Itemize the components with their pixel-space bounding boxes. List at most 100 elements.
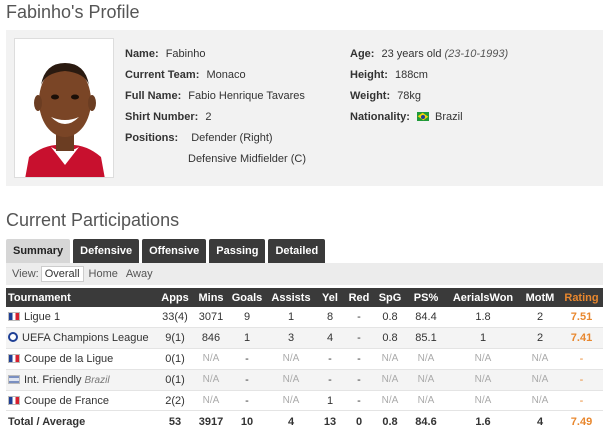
- assists-cell: 1: [266, 307, 316, 329]
- fullname-field: Full Name: Fabio Henrique Tavares: [125, 90, 305, 102]
- mins-cell: N/A: [194, 390, 228, 412]
- height-field: Height: 188cm: [350, 69, 428, 81]
- table-header-row: Tournament Apps Mins Goals Assists Yel R…: [6, 288, 603, 307]
- motm-cell: N/A: [520, 369, 560, 391]
- tab-detailed[interactable]: Detailed: [268, 239, 326, 263]
- tournament-name[interactable]: UEFA Champions League: [22, 332, 149, 344]
- col-header-apps[interactable]: Apps: [156, 288, 194, 307]
- total-goals: 10: [240, 415, 254, 428]
- assists-cell: N/A: [266, 348, 316, 370]
- tournament-name[interactable]: Coupe de la Ligue: [24, 353, 113, 365]
- ps-cell: N/A: [406, 348, 446, 370]
- aerials-cell: N/A: [446, 348, 520, 370]
- ps-cell: N/A: [406, 369, 446, 391]
- col-header-tournament[interactable]: Tournament: [6, 288, 156, 307]
- brazil-flag-icon: [416, 112, 429, 121]
- position-2-field: Defensive Midfielder (C): [188, 153, 306, 165]
- total-yel: 13: [323, 415, 337, 428]
- spg-cell: 0.8: [374, 307, 406, 329]
- spg-cell: N/A: [374, 348, 406, 370]
- goals-cell: -: [228, 348, 266, 370]
- red-cell: -: [344, 307, 374, 329]
- goals-cell: -: [228, 390, 266, 412]
- shirt-field: Shirt Number: 2: [125, 111, 212, 123]
- col-header-motm[interactable]: MotM: [520, 288, 560, 307]
- motm-cell: 2: [520, 327, 560, 350]
- stats-tabs: Summary Defensive Offensive Passing Deta…: [6, 239, 326, 263]
- yel-cell: 1: [316, 390, 344, 412]
- motm-cell: N/A: [520, 390, 560, 412]
- aerials-cell: N/A: [446, 390, 520, 412]
- name-field: Name: Fabinho: [125, 48, 205, 60]
- view-label: View:: [12, 268, 39, 280]
- france-flag-icon: [8, 353, 20, 363]
- col-header-assists[interactable]: Assists: [266, 288, 316, 307]
- height-value: 188cm: [394, 69, 428, 81]
- col-header-mins[interactable]: Mins: [194, 288, 228, 307]
- apps-cell: 2(2): [156, 390, 194, 412]
- total-mins: 3917: [198, 415, 224, 428]
- tab-defensive[interactable]: Defensive: [73, 239, 140, 263]
- rating-cell: -: [560, 390, 603, 412]
- weight-label: Weight:: [350, 90, 391, 102]
- section-title: Current Participations: [6, 210, 180, 230]
- total-aerials: 1.6: [475, 415, 491, 428]
- tab-offensive[interactable]: Offensive: [142, 239, 207, 263]
- dob-value: (23-10-1993): [444, 48, 509, 60]
- mins-cell: 3071: [194, 307, 228, 329]
- team-field: Current Team: Monaco: [125, 69, 246, 81]
- ps-cell: 84.4: [406, 307, 446, 329]
- goals-cell: -: [228, 369, 266, 391]
- view-option-home[interactable]: Home: [86, 267, 121, 281]
- col-header-aerialswon[interactable]: AerialsWon: [446, 288, 520, 307]
- participations-table: Tournament Apps Mins Goals Assists Yel R…: [6, 288, 603, 432]
- tournament-name[interactable]: Int. Friendly: [24, 374, 81, 386]
- international-flag-icon: [8, 374, 20, 384]
- table-row: Ligue 1 33(4) 3071 9 1 8 - 0.8 84.4 1.8 …: [6, 307, 603, 329]
- tournament-sub: Brazil: [84, 374, 110, 386]
- team-label: Current Team:: [125, 69, 200, 81]
- tab-passing[interactable]: Passing: [209, 239, 266, 263]
- col-header-spg[interactable]: SpG: [374, 288, 406, 307]
- total-red: 0: [355, 415, 363, 428]
- apps-cell: 9(1): [156, 327, 194, 350]
- table-row: Coupe de France 2(2) N/A - N/A 1 - N/A N…: [6, 390, 603, 412]
- page-title: Fabinho's Profile: [6, 2, 140, 22]
- total-motm: 4: [536, 415, 544, 428]
- player-photo: [14, 38, 114, 178]
- red-cell: -: [344, 348, 374, 370]
- col-header-ps[interactable]: PS%: [406, 288, 446, 307]
- total-label: Total / Average: [8, 415, 86, 428]
- team-value[interactable]: Monaco: [206, 69, 245, 81]
- apps-cell: 33(4): [156, 307, 194, 329]
- rating-cell: -: [560, 348, 603, 370]
- tournament-cell: Coupe de France: [6, 390, 156, 412]
- player-photo-icon: [15, 39, 113, 177]
- col-header-red[interactable]: Red: [344, 288, 374, 307]
- tournament-name[interactable]: Coupe de France: [24, 395, 109, 407]
- col-header-yel[interactable]: Yel: [316, 288, 344, 307]
- fullname-label: Full Name:: [125, 90, 182, 102]
- tab-summary[interactable]: Summary: [6, 239, 71, 263]
- total-apps: 53: [168, 415, 182, 428]
- col-header-goals[interactable]: Goals: [228, 288, 266, 307]
- goals-cell: 1: [228, 327, 266, 350]
- motm-cell: N/A: [520, 348, 560, 370]
- aerials-cell: N/A: [446, 369, 520, 391]
- profile-box: Name: Fabinho Current Team: Monaco Full …: [6, 30, 603, 186]
- ps-cell: 85.1: [406, 327, 446, 350]
- mins-cell: N/A: [194, 369, 228, 391]
- weight-value: 78kg: [397, 90, 422, 102]
- table-row: Coupe de la Ligue 0(1) N/A - N/A - - N/A…: [6, 348, 603, 370]
- shirt-value: 2: [205, 111, 212, 123]
- name-value: Fabinho: [165, 48, 206, 60]
- view-option-away[interactable]: Away: [123, 267, 156, 281]
- tournament-name[interactable]: Ligue 1: [24, 311, 60, 323]
- total-assists: 4: [287, 415, 295, 428]
- assists-cell: N/A: [266, 390, 316, 412]
- view-option-overall[interactable]: Overall: [40, 266, 84, 282]
- nationality-value: Brazil: [435, 111, 463, 123]
- col-header-rating[interactable]: Rating: [560, 288, 603, 307]
- table-total-row: Total / Average 53 3917 10 4 13 0 0.8 84…: [6, 411, 603, 432]
- spg-cell: N/A: [374, 369, 406, 391]
